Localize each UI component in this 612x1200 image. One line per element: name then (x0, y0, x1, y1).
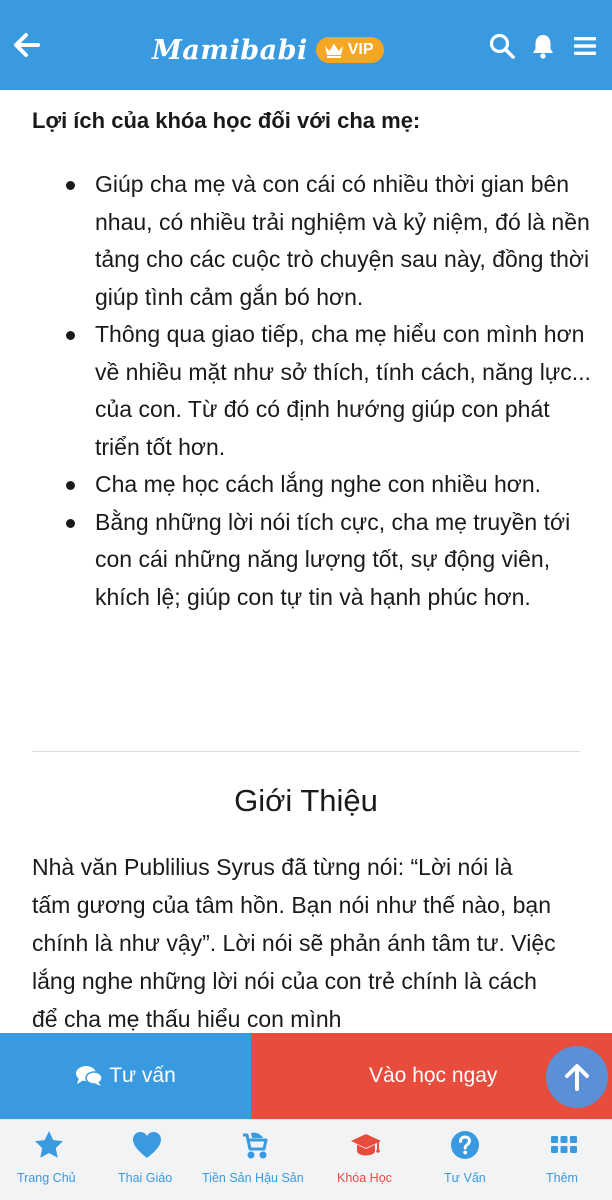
action-bar: Tư vấn Vào học ngay (0, 1033, 612, 1119)
list-item: Bằng những lời nói tích cực, cha mẹ truy… (66, 504, 595, 617)
vip-label: VIP (347, 41, 374, 58)
list-item: Giúp cha mẹ và con cái có nhiều thời gia… (66, 166, 595, 316)
intro-paragraph: Nhà văn Publilius Syrus đã từng nói: “Lờ… (32, 854, 556, 1032)
search-icon[interactable] (488, 32, 516, 60)
benefits-list: Giúp cha mẹ và con cái có nhiều thời gia… (66, 166, 595, 617)
nav-item-prenatal-postnatal[interactable]: Tiền Sản Hậu Sản (196, 1120, 316, 1200)
list-item: Cha mẹ học cách lắng nghe con nhiều hơn. (66, 466, 595, 504)
question-icon (451, 1131, 479, 1159)
chat-bubbles-icon (76, 1066, 103, 1086)
nav-item-home[interactable]: Trang Chủ (0, 1120, 98, 1200)
course-content[interactable]: Lợi ích của khóa học đối với cha mẹ: Giú… (0, 90, 612, 1033)
section-divider (32, 751, 580, 752)
scroll-to-top-button[interactable] (546, 1046, 608, 1108)
vip-badge[interactable]: VIP (315, 37, 384, 63)
app-logo[interactable]: Mamibabi VIP (152, 30, 384, 70)
stroller-icon (243, 1132, 268, 1159)
nav-item-courses[interactable]: Khóa Học (316, 1120, 416, 1200)
menu-icon[interactable] (571, 32, 599, 60)
list-item: Thông qua giao tiếp, cha mẹ hiểu con mìn… (66, 316, 595, 466)
star-icon (35, 1131, 63, 1158)
nav-item-consulting[interactable]: Tư Vấn (416, 1120, 514, 1200)
nav-label: Trang Chủ (17, 1171, 76, 1185)
grid-icon (551, 1136, 577, 1153)
app-header: Mamibabi VIP (0, 0, 612, 90)
crown-icon (324, 43, 343, 58)
start-learning-label: Vào học ngay (369, 1064, 498, 1087)
consult-button[interactable]: Tư vấn (0, 1033, 251, 1119)
bottom-navigation: Trang Chủ Thai Giáo Tiền Sản Hậu Sản Khó… (0, 1119, 612, 1200)
nav-label: Thai Giáo (118, 1171, 173, 1185)
benefits-title: Lợi ích của khóa học đối với cha mẹ: (32, 108, 421, 133)
nav-label: Tiền Sản Hậu Sản (202, 1171, 304, 1185)
nav-label: Thêm (546, 1171, 578, 1185)
logo-text: Mamibabi (152, 34, 308, 66)
heart-icon (133, 1132, 161, 1158)
nav-label: Khóa Học (337, 1171, 392, 1185)
bell-icon[interactable] (529, 32, 557, 60)
nav-label: Tư Vấn (444, 1171, 486, 1185)
arrow-up-icon (565, 1064, 589, 1091)
consult-label: Tư vấn (109, 1064, 176, 1087)
nav-item-prenatal-education[interactable]: Thai Giáo (98, 1120, 196, 1200)
nav-item-more[interactable]: Thêm (514, 1120, 612, 1200)
back-arrow-icon[interactable] (10, 28, 44, 62)
section-title: Giới Thiệu (234, 783, 378, 818)
graduation-cap-icon (351, 1134, 381, 1156)
